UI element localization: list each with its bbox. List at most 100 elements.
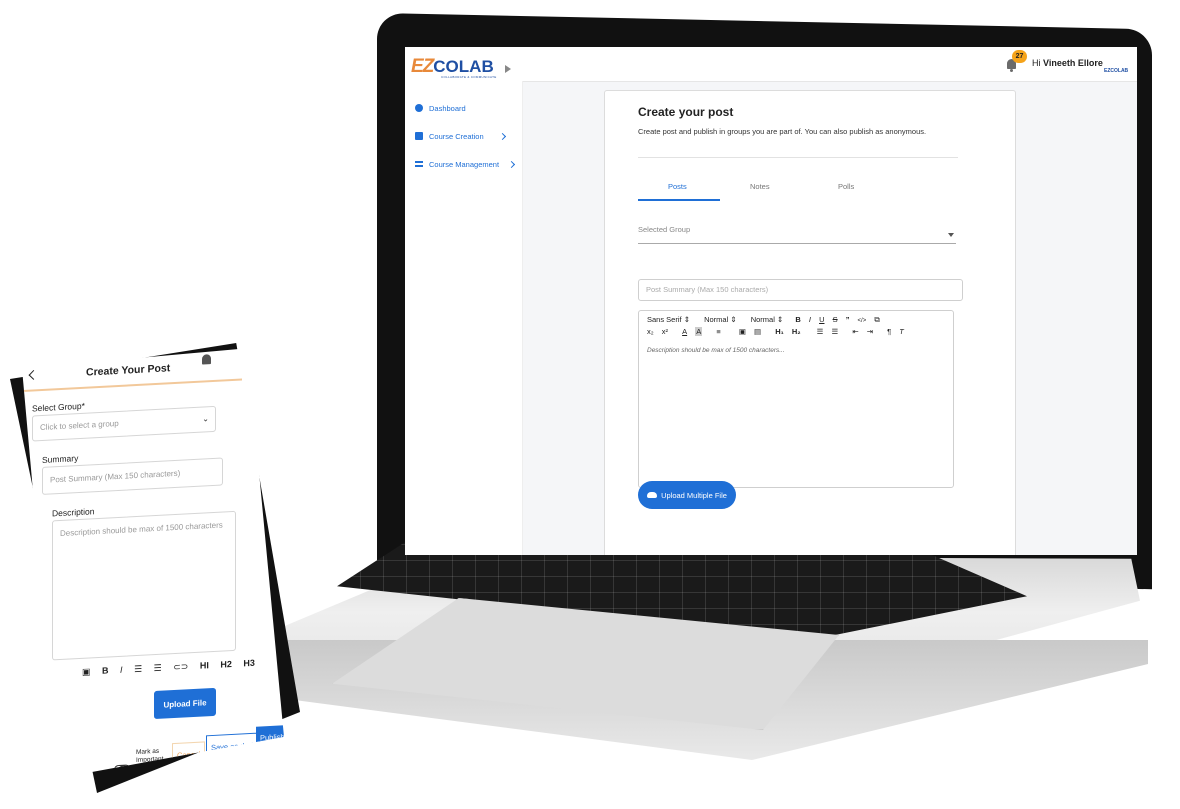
description-placeholder: Description should be max of 1500 charac… <box>647 347 785 354</box>
description-label: Description <box>52 506 95 519</box>
editor-toolbar-row-1: Sans Serif ⇕ Normal ⇕ Normal ⇕ B I U S ”… <box>647 315 886 325</box>
laptop-screen: EZ COLAB COLLABORATE & COMMUNICATE 27 Hi… <box>405 47 1137 555</box>
heading-3-button[interactable]: H3 <box>243 658 255 669</box>
code-icon[interactable]: </> <box>858 318 867 324</box>
summary-input[interactable]: Post Summary (Max 150 characters) <box>638 279 963 301</box>
sidebar-item-dashboard[interactable]: Dashboard <box>415 101 466 115</box>
phone-page-title: Create Your Post <box>86 362 171 379</box>
notification-badge: 27 <box>1012 50 1027 63</box>
size-value-1: Normal <box>704 315 729 324</box>
image-icon[interactable]: ▣ <box>739 327 746 336</box>
bullet-list-icon[interactable]: ☰ <box>134 664 142 675</box>
group-select-placeholder: Selected Group <box>638 225 691 234</box>
book-icon <box>415 132 423 140</box>
logo-colab: COLAB <box>433 57 494 76</box>
description-editor[interactable]: Sans Serif ⇕ Normal ⇕ Normal ⇕ B I U S ”… <box>638 310 954 488</box>
phone-editor-toolbar: ▣ B I ☰ ☰ ⊂⊃ HI H2 H3 <box>82 657 264 678</box>
strike-button[interactable]: S <box>833 315 838 324</box>
active-tab-indicator <box>638 199 720 201</box>
ordered-list-icon[interactable]: ☰ <box>154 663 162 674</box>
chevron-down-icon: ⌄ <box>202 414 209 424</box>
editor-toolbar-row-2: x₂ x² A A ≡ ▣ ▤ H₁ H₂ ☰ ☰ ⇤ ⇥ ¶ T <box>647 327 910 336</box>
user-greeting[interactable]: Hi Vineeth Ellore <box>1032 58 1103 68</box>
heading-2-button[interactable]: H₂ <box>792 327 801 336</box>
dashboard-icon <box>415 104 423 112</box>
greeting-text: Hi <box>1032 58 1041 68</box>
list-icon <box>415 161 423 167</box>
upload-file-button[interactable]: Upload File <box>154 688 216 719</box>
back-arrow-icon[interactable] <box>29 370 39 380</box>
size-value-2: Normal <box>750 315 775 324</box>
divider <box>638 157 958 158</box>
create-post-card: Create your post Create post and publish… <box>604 90 1016 555</box>
indent-icon[interactable]: ⇥ <box>867 327 873 336</box>
clear-format-icon[interactable]: T <box>899 327 904 336</box>
cloud-upload-icon <box>647 492 658 498</box>
link-icon[interactable]: ⊂⊃ <box>173 661 188 673</box>
link-icon[interactable]: ⧉ <box>874 315 879 325</box>
bold-button[interactable]: B <box>102 665 109 675</box>
chevron-right-icon <box>498 132 506 140</box>
description-placeholder: Description should be max of 1500 charac… <box>60 520 223 539</box>
heading-1-button[interactable]: H₁ <box>775 327 784 336</box>
sidebar: Dashboard Course Creation Course Managem… <box>405 81 523 555</box>
sidebar-collapse-icon[interactable] <box>505 65 511 73</box>
phone-screen: Create Your Post Select Group* Click to … <box>22 346 284 780</box>
user-name: Vineeth Ellore <box>1043 58 1103 68</box>
sidebar-item-course-creation[interactable]: Course Creation <box>415 129 506 143</box>
org-logo: EZCOLAB <box>1104 59 1128 74</box>
superscript-button[interactable]: x² <box>662 327 668 336</box>
top-bar: EZ COLAB COLLABORATE & COMMUNICATE 27 Hi… <box>405 47 1137 82</box>
text-color-icon[interactable]: A <box>682 327 687 336</box>
upload-file-label: Upload File <box>163 697 207 710</box>
chevron-right-icon <box>508 160 516 168</box>
video-icon[interactable]: ▤ <box>754 327 761 336</box>
outdent-icon[interactable]: ⇤ <box>852 327 858 336</box>
description-input[interactable]: Description should be max of 1500 charac… <box>52 511 236 661</box>
summary-placeholder: Post Summary (Max 150 characters) <box>50 468 181 485</box>
font-family-value: Sans Serif <box>647 315 682 324</box>
background-color-icon[interactable]: A <box>695 327 703 336</box>
sidebar-item-label: Course Creation <box>429 131 484 141</box>
bold-button[interactable]: B <box>795 315 800 324</box>
summary-placeholder: Post Summary (Max 150 characters) <box>646 285 769 294</box>
org-logo-text: EZCOLAB <box>1104 68 1129 74</box>
header-divider <box>22 378 242 392</box>
post-type-tabs: Posts Notes Polls <box>638 177 958 201</box>
heading-1-button[interactable]: HI <box>200 660 209 670</box>
italic-button[interactable]: I <box>809 315 811 324</box>
select-group-label: Select Group* <box>32 400 85 414</box>
size-select-2[interactable]: Normal ⇕ <box>751 315 784 324</box>
sidebar-item-label: Dashboard <box>429 103 466 113</box>
bullet-list-icon[interactable]: ☰ <box>831 327 838 336</box>
group-select-placeholder: Click to select a group <box>40 418 119 433</box>
logo-tagline: COLLABORATE & COMMUNICATE <box>441 75 497 79</box>
page-subtitle: Create post and publish in groups you ar… <box>638 127 927 136</box>
size-select-1[interactable]: Normal ⇕ <box>704 315 737 324</box>
tab-polls[interactable]: Polls <box>838 182 854 191</box>
ordered-list-icon[interactable]: ☰ <box>817 327 824 336</box>
logo-ez: EZ <box>411 56 434 77</box>
tab-notes[interactable]: Notes <box>750 182 770 191</box>
notifications-button[interactable]: 27 <box>1005 50 1027 73</box>
underline-button[interactable]: U <box>819 315 824 324</box>
tab-posts[interactable]: Posts <box>668 182 687 191</box>
quote-icon[interactable]: ” <box>846 315 850 324</box>
heading-2-button[interactable]: H2 <box>220 659 232 670</box>
upload-multiple-file-button[interactable]: Upload Multiple File <box>638 481 736 509</box>
page-title: Create your post <box>638 105 734 119</box>
ezcolab-logo[interactable]: EZ COLAB COLLABORATE & COMMUNICATE <box>411 56 497 79</box>
bell-icon[interactable] <box>202 354 211 364</box>
group-select[interactable]: Selected Group <box>638 225 956 244</box>
subscript-button[interactable]: x₂ <box>647 327 654 336</box>
align-icon[interactable]: ≡ <box>716 327 720 336</box>
italic-button[interactable]: I <box>120 665 123 675</box>
text-direction-icon[interactable]: ¶ <box>887 327 891 336</box>
upload-button-label: Upload Multiple File <box>661 490 727 500</box>
sidebar-item-label: Course Management <box>429 159 500 169</box>
summary-label: Summary <box>42 453 79 465</box>
image-icon[interactable]: ▣ <box>82 666 91 677</box>
font-family-select[interactable]: Sans Serif ⇕ <box>647 315 690 324</box>
sidebar-item-course-management[interactable]: Course Management <box>415 157 516 171</box>
caret-down-icon <box>948 233 954 237</box>
